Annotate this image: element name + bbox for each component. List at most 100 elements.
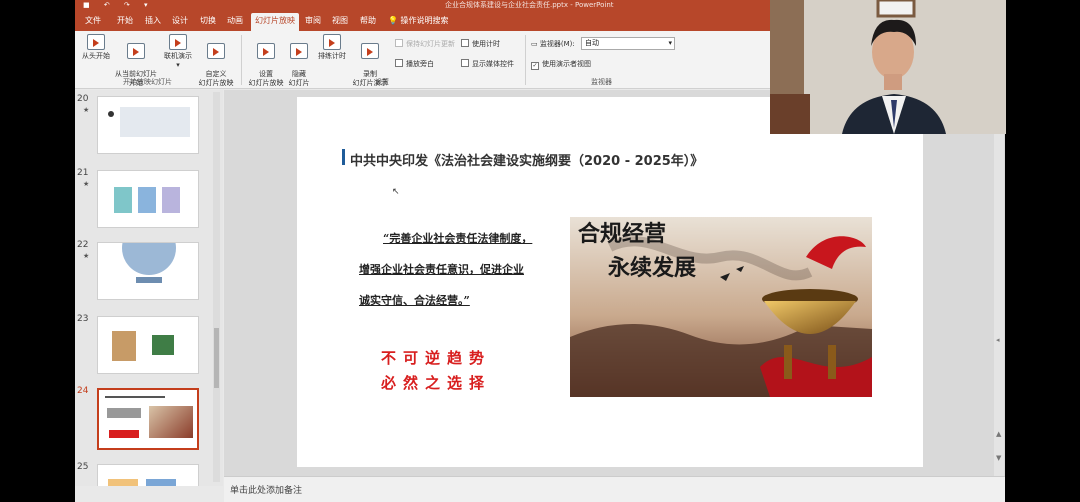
keep-updated-checkbox[interactable]: 保持幻灯片更新 [395, 39, 455, 49]
checkbox-checked-box: ✓ [531, 62, 539, 70]
quote-line-2[interactable]: 增强企业社会责任意识，促进企业 [359, 261, 524, 277]
editor-scrollbar[interactable]: ◂ ▲ ▼ [994, 90, 1004, 476]
play-narration-checkbox[interactable]: 播放旁白 [395, 59, 434, 69]
custom-slide-show-button[interactable]: 自定义 幻灯片放映 ▾ [195, 34, 237, 97]
slide-number: 21 [77, 168, 89, 178]
cauldron-illustration: 合规经营 永续发展 [570, 217, 872, 397]
thumb-graphic [152, 335, 174, 355]
slide-thumbnail-20[interactable] [97, 96, 199, 154]
monitor-label: ▭ 监视器(M): [531, 39, 575, 49]
lightbulb-icon: 💡 [388, 16, 398, 25]
slide-thumbnail-22[interactable] [97, 242, 199, 300]
monitor-select[interactable]: 自动 ▾ [581, 37, 675, 50]
checkbox-box [461, 59, 469, 67]
title-accent-bar [342, 149, 345, 165]
slide-number: 22 [77, 240, 89, 250]
from-beginning-button[interactable]: 从头开始 [79, 34, 113, 61]
checkbox-box [395, 59, 403, 67]
tab-transitions[interactable]: 切换 [196, 13, 220, 31]
ribbon-divider [241, 35, 242, 85]
setup-show-icon [257, 43, 275, 59]
scroll-down-icon[interactable]: ▼ [996, 454, 1001, 462]
monitors-group-label: 监视器 [591, 78, 612, 86]
play-narration-label: 播放旁白 [406, 60, 434, 68]
show-media-controls-checkbox[interactable]: 显示媒体控件 [461, 59, 514, 69]
online-present-arrow: ▾ [176, 61, 180, 69]
quick-access-toolbar[interactable]: ■ ↶ ↷ ▾ [83, 0, 154, 10]
tab-animations[interactable]: 动画 [223, 13, 247, 31]
slogan-line-2[interactable]: 必然之选择 [381, 372, 491, 393]
image-text-line-2: 永续发展 [608, 255, 696, 281]
setup-slide-show-button[interactable]: 设置 幻灯片放映 [245, 34, 287, 88]
checkbox-box [461, 39, 469, 47]
setup-group-label: 设置 [375, 78, 389, 86]
slide-title[interactable]: 中共中央印发《法治社会建设实施纲要（2020 - 2025年）》 [350, 150, 703, 169]
tell-me-search[interactable]: 💡 操作说明搜索 [388, 13, 449, 29]
slide-editor: 中共中央印发《法治社会建设实施纲要（2020 - 2025年）》 ↖ “完善企业… [224, 90, 1005, 476]
tab-review[interactable]: 审阅 [301, 13, 325, 31]
use-timings-checkbox[interactable]: 使用计时 [461, 39, 500, 49]
record-icon [361, 43, 379, 59]
thumb-graphic [120, 107, 190, 137]
slide-thumbnail-24[interactable] [97, 388, 199, 450]
compliance-cauldron-image[interactable]: 合规经营 永续发展 [570, 217, 872, 397]
slide-canvas[interactable]: 中共中央印发《法治社会建设实施纲要（2020 - 2025年）》 ↖ “完善企业… [297, 97, 923, 467]
monitor-select-value: 自动 [585, 39, 599, 47]
mouse-cursor-icon: ↖ [392, 187, 400, 197]
hide-slide-label: 隐藏 幻灯片 [288, 70, 310, 87]
speaker-video-frame [770, 0, 1006, 134]
animation-star-icon: ★ [83, 106, 90, 114]
slide-thumbnail-21[interactable] [97, 170, 199, 228]
setup-show-label: 设置 幻灯片放映 [248, 70, 284, 87]
chevron-down-icon: ▾ [668, 39, 672, 47]
online-present-icon [169, 34, 187, 50]
rehearse-timings-button[interactable]: 排练计时 [315, 34, 349, 61]
cauldron-leg [784, 345, 792, 379]
thumb-graphic [149, 406, 193, 438]
monitor-label-text: 监视器(M): [539, 40, 575, 48]
scrollbar-thumb[interactable] [214, 328, 219, 388]
start-group-label: 开始放映幻灯片 [123, 78, 172, 86]
fit-slide-icon[interactable]: ◂ [996, 336, 1000, 344]
thumb-graphic [136, 277, 162, 283]
custom-show-label: 自定义 幻灯片放映 [198, 70, 234, 87]
thumbnail-scrollbar[interactable] [213, 92, 220, 482]
quote-line-1[interactable]: “完善企业社会责任法律制度， [383, 230, 532, 246]
slogan-line-1[interactable]: 不可逆趋势 [381, 347, 491, 368]
tab-view[interactable]: 视图 [328, 13, 352, 31]
tell-me-label: 操作说明搜索 [400, 16, 449, 25]
thumb-graphic [112, 331, 136, 361]
use-timings-label: 使用计时 [472, 40, 500, 48]
speaker-video [770, 0, 1006, 134]
tab-slide-show[interactable]: 幻灯片放映 [251, 13, 299, 31]
thumb-graphic [122, 243, 176, 275]
scroll-up-icon[interactable]: ▲ [996, 430, 1001, 438]
custom-show-icon [207, 43, 225, 59]
slide-thumbnail-25[interactable] [97, 464, 199, 486]
animation-star-icon: ★ [83, 180, 90, 188]
tab-design[interactable]: 设计 [168, 13, 192, 31]
thumb-graphic [109, 430, 139, 438]
record-slide-show-button[interactable]: 录制 幻灯片演示 ▾ [347, 34, 393, 97]
tab-help[interactable]: 帮助 [356, 13, 380, 31]
slide-thumbnail-23[interactable] [97, 316, 199, 374]
presenter-view-checkbox[interactable]: ✓ 使用演示者视图 [531, 59, 591, 70]
tab-file[interactable]: 文件 [81, 13, 105, 31]
slide-number: 23 [77, 314, 89, 324]
keep-updated-label: 保持幻灯片更新 [406, 40, 455, 48]
notes-pane[interactable]: 单击此处添加备注 [224, 476, 1005, 502]
from-beginning-label: 从头开始 [82, 52, 110, 60]
slide-number: 25 [77, 462, 89, 472]
notes-placeholder[interactable]: 单击此处添加备注 [230, 483, 302, 496]
stopwatch-icon [323, 34, 341, 50]
tab-insert[interactable]: 插入 [141, 13, 165, 31]
presenter-view-label: 使用演示者视图 [542, 60, 591, 68]
online-present-button[interactable]: 联机演示 ▾ [161, 34, 195, 70]
show-media-label: 显示媒体控件 [472, 60, 514, 68]
hide-slide-button[interactable]: 隐藏 幻灯片 [285, 34, 313, 88]
quote-line-3[interactable]: 诚实守信、合法经营。” [359, 292, 470, 308]
play-from-start-icon [87, 34, 105, 50]
slide-thumbnail-pane: 20 ★ 21 ★ 22 ★ 23 24 25 [75, 90, 223, 486]
thumb-graphic [108, 111, 114, 117]
tab-home[interactable]: 开始 [113, 13, 137, 31]
